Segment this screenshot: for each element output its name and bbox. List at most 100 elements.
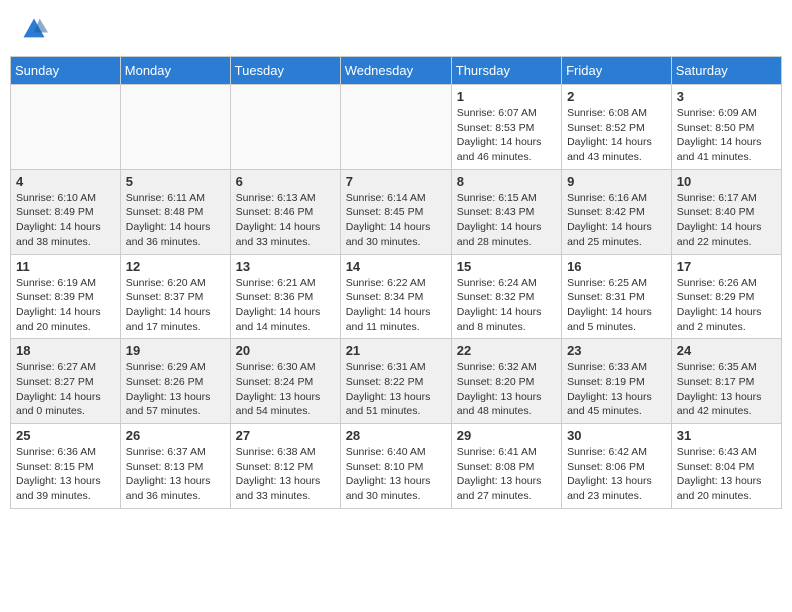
calendar-cell: 14 Sunrise: 6:22 AM Sunset: 8:34 PM Dayli… bbox=[340, 254, 451, 339]
calendar-cell: 17 Sunrise: 6:26 AM Sunset: 8:29 PM Dayli… bbox=[671, 254, 781, 339]
day-info: Sunrise: 6:29 AM Sunset: 8:26 PM Dayligh… bbox=[126, 360, 225, 419]
calendar-cell: 27 Sunrise: 6:38 AM Sunset: 8:12 PM Dayli… bbox=[230, 424, 340, 509]
day-number: 24 bbox=[677, 343, 776, 358]
day-number: 1 bbox=[457, 89, 556, 104]
day-number: 8 bbox=[457, 174, 556, 189]
day-info: Sunrise: 6:24 AM Sunset: 8:32 PM Dayligh… bbox=[457, 276, 556, 335]
day-number: 10 bbox=[677, 174, 776, 189]
calendar-cell: 12Sunrise: 6:20 AM Sunset: 8:37 PM Dayli… bbox=[120, 254, 230, 339]
day-info: Sunrise: 6:22 AM Sunset: 8:34 PM Dayligh… bbox=[346, 276, 446, 335]
day-info: Sunrise: 6:38 AM Sunset: 8:12 PM Dayligh… bbox=[236, 445, 335, 504]
calendar-cell: 11 Sunrise: 6:19 AM Sunset: 8:39 PM Dayli… bbox=[11, 254, 121, 339]
day-info: Sunrise: 6:09 AM Sunset: 8:50 PM Dayligh… bbox=[677, 106, 776, 165]
logo bbox=[20, 15, 50, 43]
week-row-4: 18 Sunrise: 6:27 AM Sunset: 8:27 PM Dayli… bbox=[11, 339, 782, 424]
day-number: 5 bbox=[126, 174, 225, 189]
calendar-cell: 7 Sunrise: 6:14 AM Sunset: 8:45 PM Daylig… bbox=[340, 169, 451, 254]
day-number: 15 bbox=[457, 259, 556, 274]
day-info: Sunrise: 6:30 AM Sunset: 8:24 PM Dayligh… bbox=[236, 360, 335, 419]
day-number: 21 bbox=[346, 343, 446, 358]
day-number: 2 bbox=[567, 89, 666, 104]
day-info: Sunrise: 6:33 AM Sunset: 8:19 PM Dayligh… bbox=[567, 360, 666, 419]
logo-icon bbox=[20, 15, 48, 43]
calendar-cell: 19Sunrise: 6:29 AM Sunset: 8:26 PM Dayli… bbox=[120, 339, 230, 424]
day-info: Sunrise: 6:11 AM Sunset: 8:48 PM Dayligh… bbox=[126, 191, 225, 250]
day-info: Sunrise: 6:36 AM Sunset: 8:15 PM Dayligh… bbox=[16, 445, 115, 504]
day-number: 9 bbox=[567, 174, 666, 189]
day-info: Sunrise: 6:08 AM Sunset: 8:52 PM Dayligh… bbox=[567, 106, 666, 165]
calendar-header-row: SundayMondayTuesdayWednesdayThursdayFrid… bbox=[11, 57, 782, 85]
day-info: Sunrise: 6:26 AM Sunset: 8:29 PM Dayligh… bbox=[677, 276, 776, 335]
day-header-sunday: Sunday bbox=[11, 57, 121, 85]
day-info: Sunrise: 6:42 AM Sunset: 8:06 PM Dayligh… bbox=[567, 445, 666, 504]
day-info: Sunrise: 6:41 AM Sunset: 8:08 PM Dayligh… bbox=[457, 445, 556, 504]
day-info: Sunrise: 6:13 AM Sunset: 8:46 PM Dayligh… bbox=[236, 191, 335, 250]
calendar-cell: 2 Sunrise: 6:08 AM Sunset: 8:52 PM Daylig… bbox=[562, 85, 672, 170]
calendar-cell: 13 Sunrise: 6:21 AM Sunset: 8:36 PM Dayli… bbox=[230, 254, 340, 339]
calendar-cell: 31Sunrise: 6:43 AM Sunset: 8:04 PM Dayli… bbox=[671, 424, 781, 509]
calendar-cell bbox=[11, 85, 121, 170]
calendar-cell bbox=[340, 85, 451, 170]
day-number: 29 bbox=[457, 428, 556, 443]
day-info: Sunrise: 6:17 AM Sunset: 8:40 PM Dayligh… bbox=[677, 191, 776, 250]
day-info: Sunrise: 6:40 AM Sunset: 8:10 PM Dayligh… bbox=[346, 445, 446, 504]
day-info: Sunrise: 6:31 AM Sunset: 8:22 PM Dayligh… bbox=[346, 360, 446, 419]
calendar-cell: 26 Sunrise: 6:37 AM Sunset: 8:13 PM Dayli… bbox=[120, 424, 230, 509]
day-info: Sunrise: 6:32 AM Sunset: 8:20 PM Dayligh… bbox=[457, 360, 556, 419]
week-row-5: 25 Sunrise: 6:36 AM Sunset: 8:15 PM Dayli… bbox=[11, 424, 782, 509]
day-info: Sunrise: 6:10 AM Sunset: 8:49 PM Dayligh… bbox=[16, 191, 115, 250]
calendar-cell: 29 Sunrise: 6:41 AM Sunset: 8:08 PM Dayli… bbox=[451, 424, 561, 509]
calendar-cell: 3Sunrise: 6:09 AM Sunset: 8:50 PM Daylig… bbox=[671, 85, 781, 170]
day-number: 18 bbox=[16, 343, 115, 358]
day-number: 7 bbox=[346, 174, 446, 189]
day-info: Sunrise: 6:25 AM Sunset: 8:31 PM Dayligh… bbox=[567, 276, 666, 335]
day-number: 27 bbox=[236, 428, 335, 443]
day-info: Sunrise: 6:35 AM Sunset: 8:17 PM Dayligh… bbox=[677, 360, 776, 419]
calendar-cell: 24 Sunrise: 6:35 AM Sunset: 8:17 PM Dayli… bbox=[671, 339, 781, 424]
day-number: 4 bbox=[16, 174, 115, 189]
week-row-1: 1 Sunrise: 6:07 AM Sunset: 8:53 PM Daylig… bbox=[11, 85, 782, 170]
day-header-friday: Friday bbox=[562, 57, 672, 85]
calendar-table: SundayMondayTuesdayWednesdayThursdayFrid… bbox=[10, 56, 782, 509]
week-row-3: 11 Sunrise: 6:19 AM Sunset: 8:39 PM Dayli… bbox=[11, 254, 782, 339]
calendar-cell: 23 Sunrise: 6:33 AM Sunset: 8:19 PM Dayli… bbox=[562, 339, 672, 424]
calendar-cell: 30 Sunrise: 6:42 AM Sunset: 8:06 PM Dayli… bbox=[562, 424, 672, 509]
day-info: Sunrise: 6:37 AM Sunset: 8:13 PM Dayligh… bbox=[126, 445, 225, 504]
day-info: Sunrise: 6:14 AM Sunset: 8:45 PM Dayligh… bbox=[346, 191, 446, 250]
day-header-thursday: Thursday bbox=[451, 57, 561, 85]
day-number: 12 bbox=[126, 259, 225, 274]
day-info: Sunrise: 6:19 AM Sunset: 8:39 PM Dayligh… bbox=[16, 276, 115, 335]
day-info: Sunrise: 6:27 AM Sunset: 8:27 PM Dayligh… bbox=[16, 360, 115, 419]
day-number: 11 bbox=[16, 259, 115, 274]
calendar-cell: 28 Sunrise: 6:40 AM Sunset: 8:10 PM Dayli… bbox=[340, 424, 451, 509]
calendar-cell: 1 Sunrise: 6:07 AM Sunset: 8:53 PM Daylig… bbox=[451, 85, 561, 170]
day-header-tuesday: Tuesday bbox=[230, 57, 340, 85]
calendar-cell: 8 Sunrise: 6:15 AM Sunset: 8:43 PM Daylig… bbox=[451, 169, 561, 254]
calendar-cell: 10 Sunrise: 6:17 AM Sunset: 8:40 PM Dayli… bbox=[671, 169, 781, 254]
day-number: 17 bbox=[677, 259, 776, 274]
calendar-cell: 22Sunrise: 6:32 AM Sunset: 8:20 PM Dayli… bbox=[451, 339, 561, 424]
day-number: 23 bbox=[567, 343, 666, 358]
day-number: 20 bbox=[236, 343, 335, 358]
day-number: 30 bbox=[567, 428, 666, 443]
day-number: 25 bbox=[16, 428, 115, 443]
calendar-cell: 5 Sunrise: 6:11 AM Sunset: 8:48 PM Daylig… bbox=[120, 169, 230, 254]
calendar-cell: 16Sunrise: 6:25 AM Sunset: 8:31 PM Dayli… bbox=[562, 254, 672, 339]
day-number: 13 bbox=[236, 259, 335, 274]
page-header bbox=[10, 10, 782, 48]
day-number: 14 bbox=[346, 259, 446, 274]
day-number: 28 bbox=[346, 428, 446, 443]
calendar-cell: 9Sunrise: 6:16 AM Sunset: 8:42 PM Daylig… bbox=[562, 169, 672, 254]
day-header-monday: Monday bbox=[120, 57, 230, 85]
day-info: Sunrise: 6:07 AM Sunset: 8:53 PM Dayligh… bbox=[457, 106, 556, 165]
calendar-cell bbox=[120, 85, 230, 170]
calendar-cell: 25 Sunrise: 6:36 AM Sunset: 8:15 PM Dayli… bbox=[11, 424, 121, 509]
day-header-wednesday: Wednesday bbox=[340, 57, 451, 85]
day-number: 6 bbox=[236, 174, 335, 189]
day-info: Sunrise: 6:15 AM Sunset: 8:43 PM Dayligh… bbox=[457, 191, 556, 250]
calendar-cell: 15 Sunrise: 6:24 AM Sunset: 8:32 PM Dayli… bbox=[451, 254, 561, 339]
calendar-cell: 4 Sunrise: 6:10 AM Sunset: 8:49 PM Daylig… bbox=[11, 169, 121, 254]
day-number: 31 bbox=[677, 428, 776, 443]
day-number: 26 bbox=[126, 428, 225, 443]
day-info: Sunrise: 6:21 AM Sunset: 8:36 PM Dayligh… bbox=[236, 276, 335, 335]
